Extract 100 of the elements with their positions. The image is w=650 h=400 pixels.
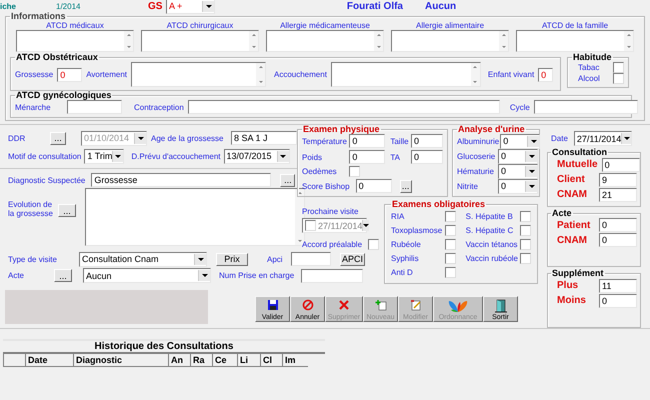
input-field[interactable] [188, 100, 500, 114]
dropdown-field[interactable]: 0 [498, 148, 538, 164]
field-label: Avortement [86, 70, 127, 79]
input-field[interactable]: 0 [599, 218, 637, 232]
dropdown-field[interactable]: Aucun [83, 268, 211, 283]
input-field[interactable]: 0 [599, 233, 637, 248]
input-field[interactable]: 0 [349, 134, 386, 148]
field-label: Cycle [510, 102, 530, 112]
checkbox-label: Accord préalable [302, 240, 362, 249]
text-area[interactable] [141, 30, 259, 52]
input-field[interactable]: Grossesse [91, 173, 272, 187]
input-field[interactable]: 9 [599, 172, 637, 186]
checkbox[interactable] [444, 266, 456, 278]
field-label: ATCD de la famille [542, 21, 608, 30]
input-field[interactable]: 0 [538, 68, 554, 82]
field-label: Température [302, 136, 348, 146]
field-label: TA [390, 152, 401, 162]
field-label: Apci [267, 254, 284, 264]
panel-title: Analyse d'urine [457, 125, 526, 134]
checkbox-label: Oedèmes [302, 167, 337, 176]
checkbox[interactable] [520, 238, 531, 250]
input-field[interactable] [291, 252, 331, 266]
input-field[interactable]: 0 [411, 134, 443, 148]
panel-title: ATCD Obstétricaux [15, 53, 99, 62]
input-field[interactable]: 21 [599, 188, 637, 202]
field-label: Nitrite [457, 182, 479, 190]
amount-label: Client [557, 174, 585, 185]
text-area[interactable] [131, 62, 266, 87]
text-area[interactable] [266, 30, 384, 52]
price-button[interactable]: Prix [216, 252, 248, 266]
checkbox[interactable] [520, 252, 531, 264]
column-header: Li [237, 354, 260, 366]
column-header: An [168, 354, 190, 366]
patient-name: Fourati Olfa [346, 0, 403, 12]
input-field[interactable]: 0 [602, 158, 640, 172]
date-picker[interactable]: 27/11/2014 [302, 218, 367, 233]
edit-document-icon [410, 299, 422, 311]
dropdown-field[interactable]: A + [166, 0, 215, 14]
panel-title: Habitude [572, 53, 613, 62]
browse-button[interactable]: ... [54, 269, 72, 282]
column-header: Ce [212, 354, 237, 366]
field-label: ATCD médicaux [46, 21, 104, 30]
checkbox[interactable] [444, 210, 456, 222]
checkbox[interactable] [444, 252, 456, 264]
panel-title: Acte [551, 208, 573, 218]
checkbox[interactable] [520, 224, 531, 236]
input-field[interactable]: 8 SA 1 J [231, 131, 297, 145]
checkbox-label: Vaccin rubéole [466, 254, 518, 262]
browse-button[interactable]: ... [400, 180, 412, 192]
checkbox[interactable] [444, 224, 456, 236]
input-field[interactable]: 11 [599, 278, 637, 293]
cancel-icon [302, 299, 314, 311]
amount-label: Mutuelle [557, 159, 598, 170]
browse-button[interactable]: ... [58, 204, 76, 217]
column-header: Diagnostic [73, 354, 168, 366]
checkbox[interactable] [368, 239, 380, 250]
text-area[interactable] [516, 30, 634, 52]
field-label: Score Bishop [302, 182, 350, 190]
checkbox-label: S. Hépatite B [466, 212, 513, 220]
apci-button[interactable]: APCI [340, 252, 365, 266]
input-field[interactable]: 0 [57, 68, 82, 82]
panel-title: Examen physique [302, 125, 381, 134]
field-label: Allergie alimentaire [416, 21, 484, 30]
field-label: Num Prise en charge [219, 271, 294, 280]
field-label: D.Prévu d'accouchement [131, 152, 221, 160]
panel-title: ATCD gynécologiques [15, 91, 112, 100]
checkbox-label: Tabac [578, 63, 600, 72]
table-title: Historique des Consultations [3, 339, 325, 354]
dropdown-field[interactable]: 27/11/2014 [574, 131, 632, 146]
dropdown-field[interactable]: 0 [500, 134, 540, 148]
checkbox[interactable] [613, 62, 624, 73]
dropdown-field[interactable]: 0 [498, 178, 538, 194]
column-header: Date [25, 354, 73, 366]
field-label: Prochaine visite [302, 207, 358, 216]
field-label: Motif de consultation [8, 152, 82, 160]
input-field[interactable]: 0 [349, 150, 386, 164]
column-header: Ra [190, 354, 212, 366]
column-header: Cl [260, 354, 282, 366]
checkbox[interactable] [613, 73, 624, 84]
input-field[interactable]: 0 [411, 150, 443, 164]
text-area[interactable] [16, 30, 134, 52]
input-field[interactable]: 0 [356, 179, 392, 193]
input-field[interactable]: 0 [599, 294, 637, 308]
checkbox[interactable] [348, 166, 360, 177]
file-number: 1/2014 [56, 2, 82, 10]
field-label: Taille [390, 136, 409, 146]
dropdown-field[interactable]: Consultation Cnam [79, 252, 207, 266]
input-field[interactable] [534, 100, 638, 114]
text-area[interactable] [391, 30, 509, 52]
dropdown-field[interactable]: 0 [498, 164, 538, 178]
checkbox[interactable] [444, 238, 456, 250]
dropdown-field[interactable]: 13/07/2015 [224, 148, 290, 164]
input-field[interactable] [67, 100, 122, 114]
checkbox[interactable] [520, 210, 531, 222]
field-label: Diagnostic Suspectée [8, 176, 86, 184]
dropdown-field[interactable]: 1 Trim [84, 148, 124, 164]
browse-button[interactable]: ... [280, 174, 296, 186]
input-field[interactable] [301, 268, 364, 282]
amount-label: CNAM [557, 189, 587, 200]
text-area[interactable] [330, 62, 481, 87]
